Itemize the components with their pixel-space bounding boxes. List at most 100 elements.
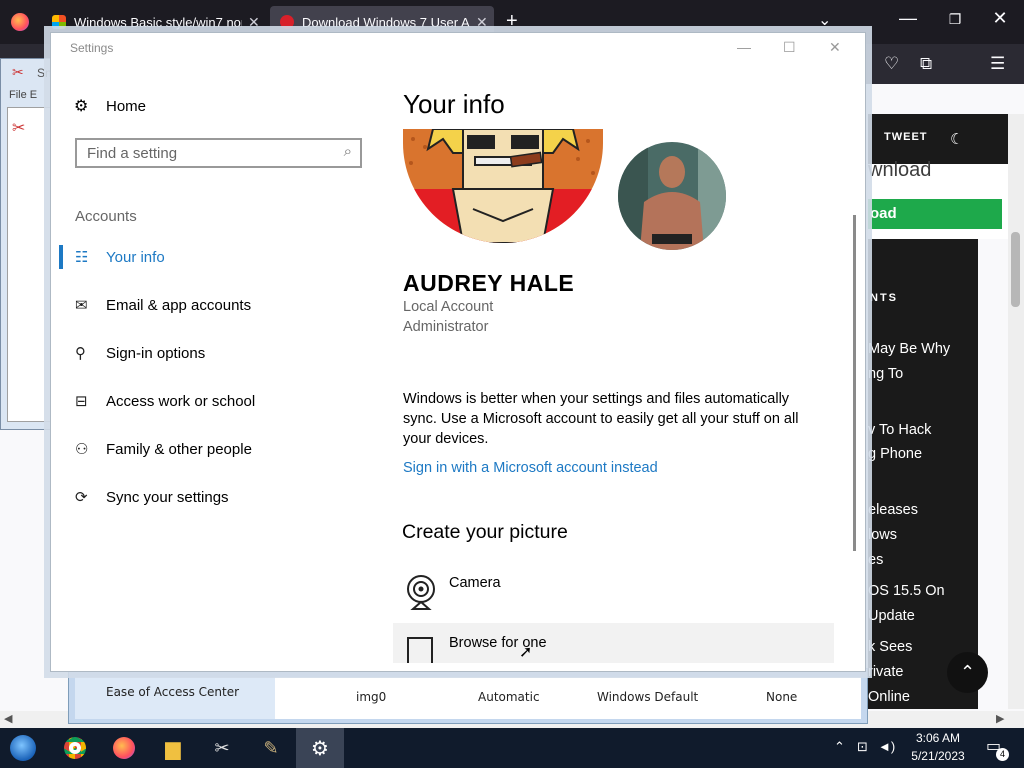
headline-text[interactable]: lows xyxy=(868,527,897,543)
volume-icon[interactable]: ◄) xyxy=(878,739,895,754)
nav-item-your-info[interactable]: ☷ Your info xyxy=(75,242,165,272)
menu-icon[interactable]: ☰ xyxy=(990,54,1005,74)
settings-window: Settings — ☐ ✕ ⚙ Home ⌕ Accounts ☷ Your … xyxy=(50,32,866,672)
minimize-icon[interactable]: — xyxy=(737,39,751,55)
search-icon[interactable]: ⌕ xyxy=(344,143,352,160)
headline-text[interactable]: eleases xyxy=(868,502,918,518)
close-tab-icon[interactable]: ✕ xyxy=(248,14,260,31)
headline-text[interactable]: v To Hack xyxy=(868,422,931,438)
home-button[interactable]: ⚙ Home xyxy=(74,96,146,116)
menu-bar[interactable]: File E xyxy=(9,89,37,101)
headline-text[interactable]: May Be Why xyxy=(868,341,950,357)
new-snip-icon[interactable]: ✂ xyxy=(12,118,25,138)
windows-logo-icon xyxy=(52,15,66,29)
scroll-to-top-button[interactable]: ⌃ xyxy=(947,652,988,693)
search-box[interactable]: ⌕ xyxy=(75,138,362,168)
moon-icon[interactable]: ☾ xyxy=(950,130,963,148)
settings-titlebar[interactable]: Settings — ☐ ✕ xyxy=(51,33,865,63)
account-type: Local Account xyxy=(403,299,494,315)
theme-name: Ease of Access Center xyxy=(106,685,240,699)
restore-icon[interactable]: ❐ xyxy=(943,11,967,28)
show-hidden-icons-icon[interactable]: ⌃ xyxy=(834,739,845,755)
scrollbar-thumb[interactable] xyxy=(1011,232,1020,307)
scroll-left-icon[interactable]: ◀ xyxy=(4,712,12,725)
recent-avatar[interactable] xyxy=(618,142,726,250)
camera-option[interactable]: Camera xyxy=(401,571,831,611)
settings-gear-icon[interactable]: ⚙ xyxy=(305,733,335,763)
section-heading: Create your picture xyxy=(402,521,568,543)
headline-text[interactable]: rivate xyxy=(868,664,903,680)
camera-icon xyxy=(407,575,435,610)
theme-mode: Automatic xyxy=(478,690,540,704)
snipping-tool-icon[interactable]: ✂ xyxy=(207,733,237,763)
headline-text[interactable]: Online xyxy=(868,689,910,705)
mouse-cursor-icon: ➚ xyxy=(519,644,533,661)
file-explorer-icon[interactable]: ▆ xyxy=(158,733,188,763)
info-text: Windows is better when your settings and… xyxy=(403,391,799,447)
nav-item-label: Email & app accounts xyxy=(106,296,252,314)
microsoft-account-link[interactable]: Sign in with a Microsoft account instead xyxy=(403,460,658,476)
nav-item-family[interactable]: ⚇ Family & other people xyxy=(75,434,252,464)
nav-item-label: Access work or school xyxy=(106,392,256,410)
minimize-icon[interactable]: — xyxy=(896,8,920,29)
home-label: Home xyxy=(106,97,147,115)
active-indicator xyxy=(59,245,63,269)
page-scrollbar[interactable] xyxy=(1008,114,1024,709)
nav-item-sign-in-options[interactable]: ⚲ Sign-in options xyxy=(75,338,205,368)
headline-text[interactable]: g Phone xyxy=(868,446,922,462)
close-window-icon[interactable]: ✕ xyxy=(988,8,1012,29)
firefox-menu-icon[interactable] xyxy=(11,13,29,31)
page-title: Your info xyxy=(403,89,505,119)
browse-option[interactable]: Browse for one xyxy=(393,623,834,663)
pocket-icon[interactable]: ♡ xyxy=(884,54,899,74)
scroll-right-icon[interactable]: ▶ xyxy=(996,712,1004,725)
close-tab-icon[interactable]: ✕ xyxy=(476,14,488,31)
theme-style: Windows Default xyxy=(597,690,699,704)
tab-title: Download Windows 7 User Ac xyxy=(302,14,470,30)
tweet-link[interactable]: TWEET xyxy=(884,131,928,143)
window-title: Settings xyxy=(70,41,114,55)
download-heading: wnload xyxy=(868,159,932,181)
person-add-icon: ⚇ xyxy=(75,441,89,458)
headline-text[interactable]: ng To xyxy=(868,366,903,382)
firefox-icon[interactable] xyxy=(109,733,139,763)
nav-item-email-accounts[interactable]: ✉ Email & app accounts xyxy=(75,290,251,320)
theme-image: img0 xyxy=(356,690,387,704)
key-icon: ⚲ xyxy=(75,345,86,362)
nav-item-label: Family & other people xyxy=(106,440,252,458)
site-favicon-icon xyxy=(280,15,294,29)
clock-time[interactable]: 3:06 AM xyxy=(904,731,972,745)
new-tab-icon[interactable]: + xyxy=(506,10,518,33)
content-scrollbar[interactable] xyxy=(853,215,856,551)
headline-text[interactable]: Update xyxy=(868,608,915,624)
gear-icon: ⚙ xyxy=(74,98,89,115)
headline-text[interactable]: k Sees xyxy=(868,639,912,655)
maximize-icon[interactable]: ☐ xyxy=(783,39,796,56)
paint-icon[interactable]: ✎ xyxy=(256,733,286,763)
nav-item-label: Your info xyxy=(106,248,165,266)
scissors-icon: ✂ xyxy=(12,64,24,80)
current-avatar xyxy=(403,129,603,243)
browse-icon xyxy=(407,637,433,663)
user-name: AUDREY HALE xyxy=(403,270,575,296)
close-icon[interactable]: ✕ xyxy=(829,39,841,56)
nav-item-work-school[interactable]: ⊟ Access work or school xyxy=(75,386,255,416)
nav-item-sync[interactable]: ⟳ Sync your settings xyxy=(75,482,229,512)
mail-icon: ✉ xyxy=(75,297,88,314)
headline-text[interactable]: OS 15.5 On xyxy=(868,583,945,599)
nav-item-label: Sync your settings xyxy=(106,488,229,506)
extensions-icon[interactable]: ⧉ xyxy=(920,54,932,74)
settings-content: Your info AUDREY HALE Local Account Admi… xyxy=(391,63,853,663)
notification-badge: 4 xyxy=(996,748,1009,761)
network-icon[interactable]: ⊡ xyxy=(857,739,868,755)
nav-item-label: Sign-in options xyxy=(106,344,206,362)
search-input[interactable] xyxy=(87,140,327,166)
start-button[interactable] xyxy=(8,733,38,763)
chrome-icon[interactable] xyxy=(60,733,90,763)
windows-orb-icon xyxy=(10,735,36,761)
headline-text[interactable]: es xyxy=(868,552,883,568)
download-button[interactable]: oad xyxy=(868,199,1002,229)
briefcase-icon: ⊟ xyxy=(75,393,88,410)
chevron-down-icon[interactable]: ⌄ xyxy=(818,10,831,30)
clock-date[interactable]: 5/21/2023 xyxy=(904,749,972,763)
